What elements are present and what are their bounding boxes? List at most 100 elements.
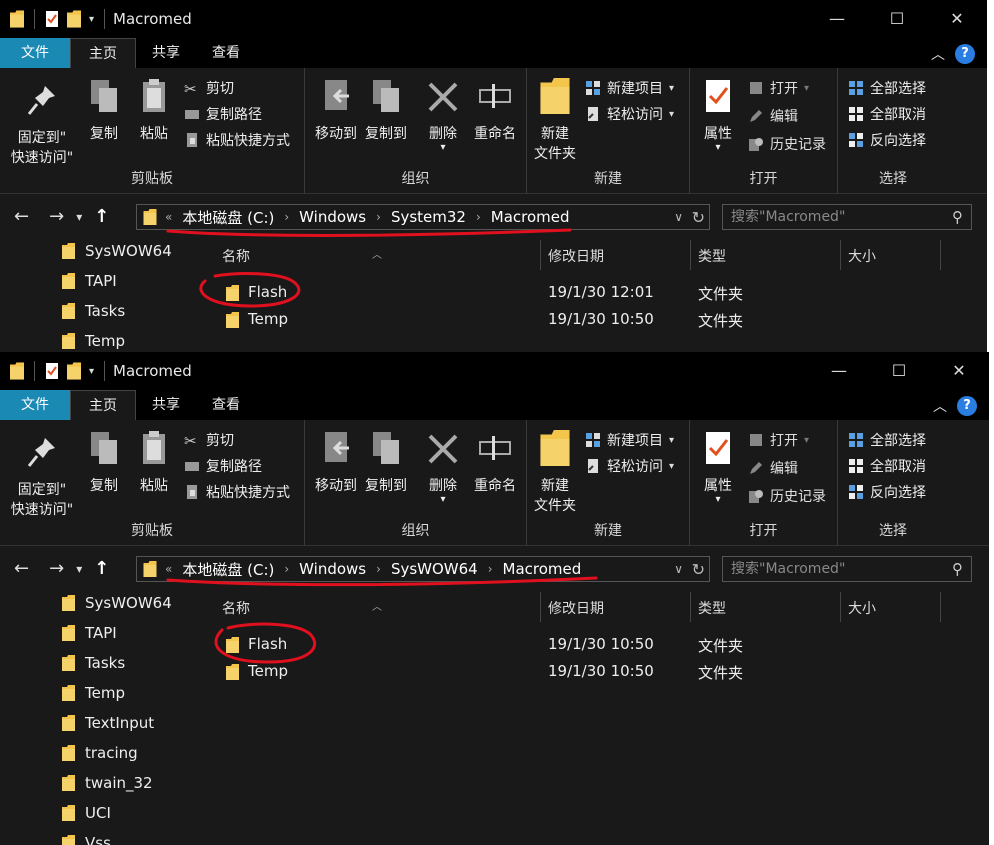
properties-button[interactable]: 属性 ▾	[696, 78, 740, 153]
recent-locations-icon[interactable]: ▾	[76, 210, 82, 224]
move-to-button[interactable]: 移动到	[311, 78, 361, 144]
breadcrumb-item[interactable]: Macromed	[491, 208, 570, 226]
breadcrumb-item[interactable]: 本地磁盘 (C:)	[182, 559, 274, 580]
file-row[interactable]: Temp 19/1/30 10:50 文件夹	[200, 307, 987, 333]
back-arrow-icon[interactable]: ←	[14, 206, 29, 227]
pin-quick-access-button[interactable]: 固定到" 快速访问"	[8, 82, 76, 168]
forward-arrow-icon[interactable]: →	[49, 206, 64, 227]
copy-to-button[interactable]: 复制到	[361, 78, 411, 144]
file-row[interactable]: Flash 19/1/30 10:50 文件夹	[200, 632, 989, 658]
breadcrumb-item[interactable]: Macromed	[503, 560, 582, 578]
easy-access-button[interactable]: 轻松访问 ▾	[585, 104, 674, 124]
nav-tree-item[interactable]: Temp	[62, 332, 125, 350]
nav-tree-item[interactable]: TextInput	[62, 714, 154, 732]
column-name[interactable]: 名称	[222, 598, 250, 618]
chevron-right-icon[interactable]: ›	[376, 562, 381, 576]
refresh-icon[interactable]: ↻	[692, 208, 705, 227]
properties-dropdown-icon[interactable]: ▾	[696, 143, 740, 153]
properties-check-icon[interactable]	[45, 10, 59, 28]
up-arrow-icon[interactable]: ↑	[94, 558, 109, 579]
search-input[interactable]: 搜索"Macromed" ⚲	[722, 204, 972, 230]
search-input[interactable]: 搜索"Macromed" ⚲	[722, 556, 972, 582]
breadcrumb-item[interactable]: 本地磁盘 (C:)	[182, 207, 274, 228]
tab-share[interactable]: 共享	[136, 390, 196, 420]
column-name[interactable]: 名称	[222, 246, 250, 266]
select-all-button[interactable]: 全部选择	[848, 78, 926, 98]
properties-check-icon[interactable]	[45, 362, 59, 380]
column-date-modified[interactable]: 修改日期	[548, 598, 604, 618]
new-item-button[interactable]: 新建项目 ▾	[585, 78, 674, 98]
breadcrumb-item[interactable]: SysWOW64	[391, 560, 478, 578]
cut-button[interactable]: ✂ 剪切	[184, 78, 234, 98]
paste-shortcut-button[interactable]: 粘贴快捷方式	[184, 482, 290, 502]
delete-button[interactable]: 删除 ▾	[421, 78, 465, 153]
help-icon[interactable]: ?	[957, 396, 977, 416]
invert-selection-button[interactable]: 反向选择	[848, 130, 926, 150]
column-size[interactable]: 大小	[848, 246, 876, 266]
column-type[interactable]: 类型	[698, 246, 726, 266]
chevron-right-icon[interactable]: ›	[376, 210, 381, 224]
close-button[interactable]: ✕	[927, 0, 987, 38]
history-button[interactable]: 历史记录	[748, 134, 826, 154]
paste-button[interactable]: 粘贴	[134, 78, 174, 144]
chevron-down-icon[interactable]: ∨	[674, 210, 683, 224]
address-bar[interactable]: « 本地磁盘 (C:) › Windows › SysWOW64 › Macromed ∨ ↻	[136, 556, 710, 582]
copy-button[interactable]: 复制	[84, 430, 124, 496]
chevron-right-icon[interactable]: ›	[488, 562, 493, 576]
properties-button[interactable]: 属性 ▾	[696, 430, 740, 505]
cut-button[interactable]: ✂ 剪切	[184, 430, 234, 450]
maximize-button[interactable]: ☐	[869, 352, 929, 390]
edit-button[interactable]: 编辑	[748, 458, 798, 478]
minimize-button[interactable]: —	[809, 352, 869, 390]
maximize-button[interactable]: ☐	[867, 0, 927, 38]
nav-tree-item[interactable]: Tasks	[62, 654, 125, 672]
tab-file[interactable]: 文件	[0, 38, 70, 68]
nav-tree-item[interactable]: UCI	[62, 804, 111, 822]
nav-tree-item[interactable]: TAPI	[62, 272, 117, 290]
nav-tree-item[interactable]: SysWOW64	[62, 242, 172, 260]
properties-dropdown-icon[interactable]: ▾	[696, 495, 740, 505]
new-folder-button[interactable]: 新建 文件夹	[533, 430, 577, 516]
nav-tree-item[interactable]: Tasks	[62, 302, 125, 320]
copy-to-button[interactable]: 复制到	[361, 430, 411, 496]
copy-path-button[interactable]: 复制路径	[184, 456, 262, 476]
move-to-button[interactable]: 移动到	[311, 430, 361, 496]
address-prefix[interactable]: «	[165, 210, 172, 224]
history-button[interactable]: 历史记录	[748, 486, 826, 506]
copy-button[interactable]: 复制	[84, 78, 124, 144]
forward-arrow-icon[interactable]: →	[49, 558, 64, 579]
collapse-ribbon-icon[interactable]: ︿	[931, 44, 945, 64]
nav-tree-item[interactable]: SysWOW64	[62, 594, 172, 612]
select-all-button[interactable]: 全部选择	[848, 430, 926, 450]
file-row[interactable]: Temp 19/1/30 10:50 文件夹	[200, 659, 989, 685]
paste-button[interactable]: 粘贴	[134, 430, 174, 496]
back-arrow-icon[interactable]: ←	[14, 558, 29, 579]
recent-locations-icon[interactable]: ▾	[76, 562, 82, 576]
address-bar[interactable]: « 本地磁盘 (C:) › Windows › System32 › Macromed ∨ ↻	[136, 204, 710, 230]
search-icon[interactable]: ⚲	[952, 205, 963, 229]
select-none-button[interactable]: 全部取消	[848, 456, 926, 476]
close-button[interactable]: ✕	[929, 352, 989, 390]
delete-dropdown-icon[interactable]: ▾	[421, 143, 465, 153]
chevron-right-icon[interactable]: ›	[476, 210, 481, 224]
paste-shortcut-button[interactable]: 粘贴快捷方式	[184, 130, 290, 150]
new-item-button[interactable]: 新建项目 ▾	[585, 430, 674, 450]
edit-button[interactable]: 编辑	[748, 106, 798, 126]
rename-button[interactable]: 重命名	[467, 78, 523, 144]
minimize-button[interactable]: —	[807, 0, 867, 38]
nav-tree-item[interactable]: tracing	[62, 744, 138, 762]
collapse-ribbon-icon[interactable]: ︿	[933, 396, 947, 416]
chevron-right-icon[interactable]: ›	[284, 562, 289, 576]
help-icon[interactable]: ?	[955, 44, 975, 64]
address-prefix[interactable]: «	[165, 562, 172, 576]
open-button[interactable]: 打开 ▾	[748, 430, 809, 450]
search-icon[interactable]: ⚲	[952, 557, 963, 581]
invert-selection-button[interactable]: 反向选择	[848, 482, 926, 502]
tab-file[interactable]: 文件	[0, 390, 70, 420]
breadcrumb-item[interactable]: System32	[391, 208, 466, 226]
chevron-down-icon[interactable]: ∨	[674, 562, 683, 576]
customize-dropdown-icon[interactable]: ▾	[89, 366, 94, 377]
copy-path-button[interactable]: 复制路径	[184, 104, 262, 124]
tab-view[interactable]: 查看	[196, 38, 256, 68]
pin-quick-access-button[interactable]: 固定到" 快速访问"	[8, 434, 76, 520]
